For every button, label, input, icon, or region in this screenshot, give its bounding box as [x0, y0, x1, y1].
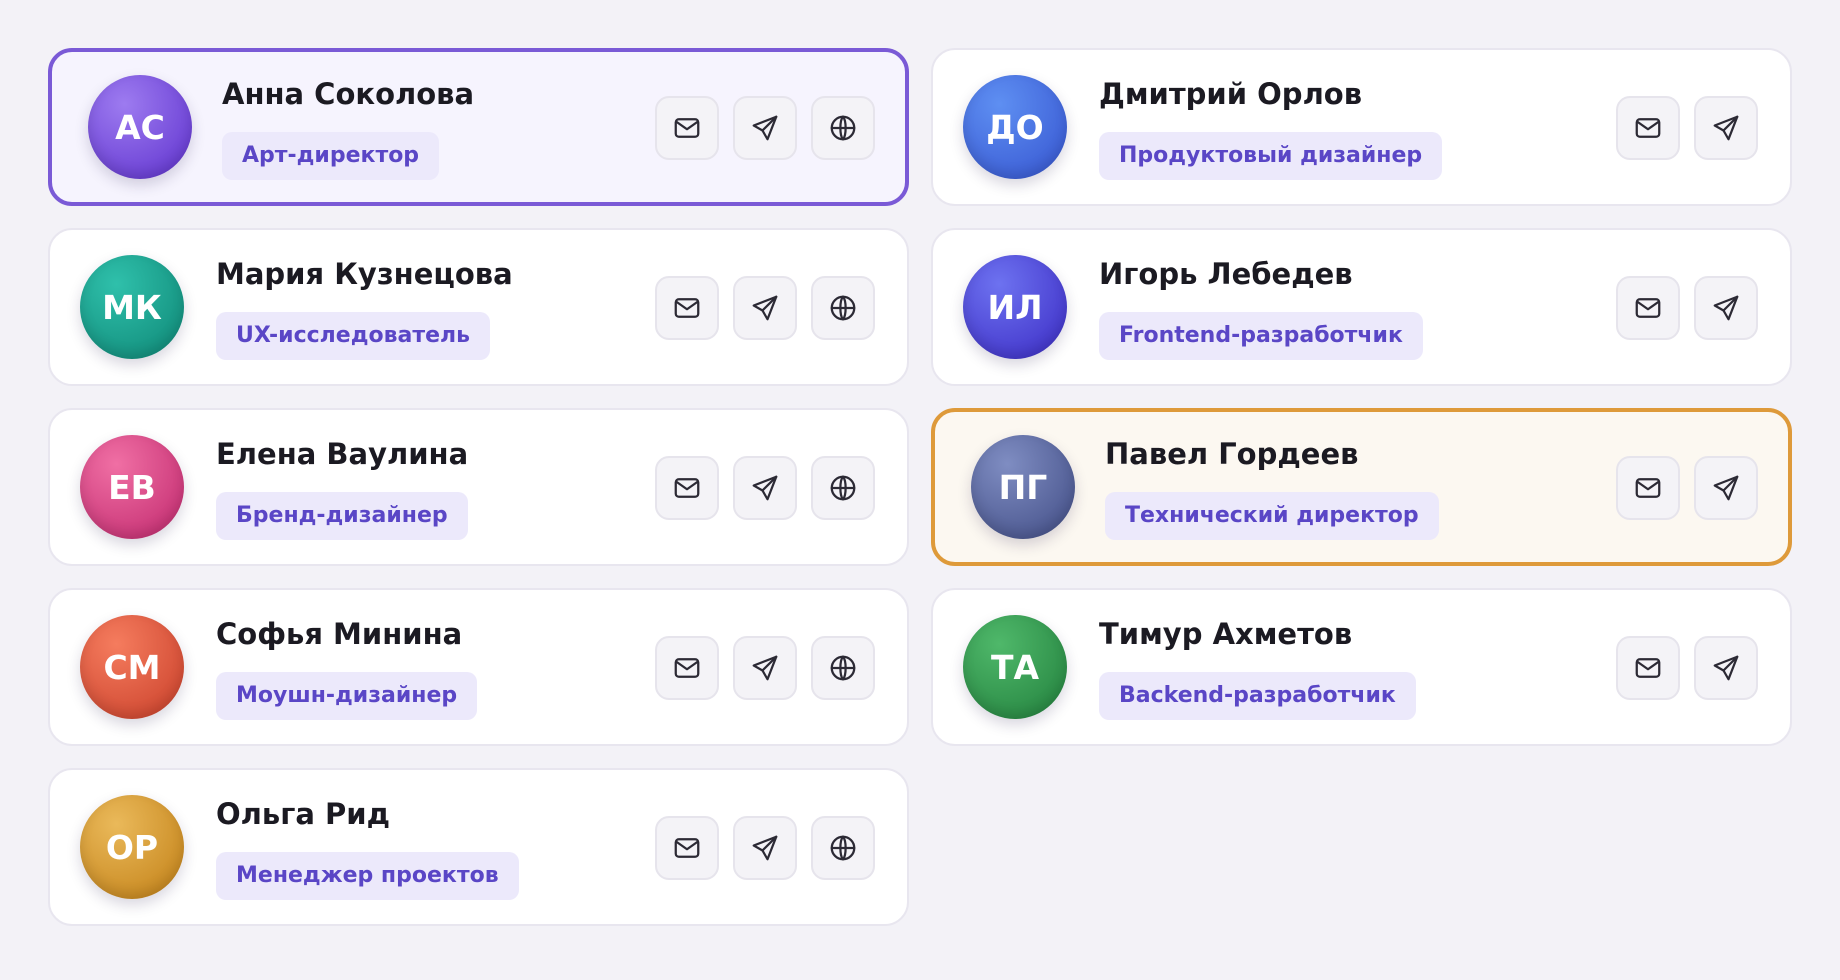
member-name: Дмитрий Орлов	[1099, 77, 1363, 111]
member-name: Павел Гордеев	[1105, 437, 1359, 471]
website-button[interactable]	[811, 96, 875, 160]
contact-actions	[1616, 276, 1758, 340]
mail-icon	[1633, 293, 1663, 323]
globe-icon	[828, 113, 858, 143]
member-name: Мария Кузнецова	[216, 257, 513, 291]
member-card[interactable]: ТА Тимур Ахметов Backend-разработчик	[931, 588, 1792, 746]
website-button[interactable]	[811, 636, 875, 700]
website-button[interactable]	[811, 276, 875, 340]
globe-icon	[828, 653, 858, 683]
mail-icon	[1633, 473, 1663, 503]
contact-actions	[1616, 456, 1758, 520]
message-button[interactable]	[733, 636, 797, 700]
message-button[interactable]	[733, 456, 797, 520]
mail-icon	[672, 293, 702, 323]
contact-actions	[655, 816, 875, 880]
email-button[interactable]	[1616, 276, 1680, 340]
contact-actions	[655, 636, 875, 700]
mail-icon	[1633, 653, 1663, 683]
message-button[interactable]	[733, 276, 797, 340]
role-badge: Frontend-разработчик	[1099, 312, 1423, 360]
send-icon	[1711, 113, 1741, 143]
role-badge: Технический директор	[1105, 492, 1439, 540]
role-badge: Backend-разработчик	[1099, 672, 1416, 720]
email-button[interactable]	[1616, 96, 1680, 160]
avatar: ДО	[963, 75, 1067, 179]
member-card[interactable]: ДО Дмитрий Орлов Продуктовый дизайнер	[931, 48, 1792, 206]
globe-icon	[828, 833, 858, 863]
member-card[interactable]: ОР Ольга Рид Менеджер проектов	[48, 768, 909, 926]
member-name: Анна Соколова	[222, 77, 475, 111]
contact-actions	[655, 276, 875, 340]
message-button[interactable]	[733, 816, 797, 880]
member-name: Софья Минина	[216, 617, 463, 651]
avatar: ОР	[80, 795, 184, 899]
send-icon	[750, 653, 780, 683]
email-button[interactable]	[655, 456, 719, 520]
website-button[interactable]	[811, 816, 875, 880]
globe-icon	[828, 473, 858, 503]
avatar: ЕВ	[80, 435, 184, 539]
send-icon	[750, 833, 780, 863]
avatar: ИЛ	[963, 255, 1067, 359]
mail-icon	[672, 113, 702, 143]
role-badge: Моушн-дизайнер	[216, 672, 478, 720]
member-name: Ольга Рид	[216, 797, 391, 831]
mail-icon	[672, 473, 702, 503]
contact-actions	[1616, 636, 1758, 700]
avatar: МК	[80, 255, 184, 359]
email-button[interactable]	[1616, 456, 1680, 520]
send-icon	[1711, 293, 1741, 323]
avatar: СМ	[80, 615, 184, 719]
message-button[interactable]	[1694, 636, 1758, 700]
role-badge: Продуктовый дизайнер	[1099, 132, 1443, 180]
globe-icon	[828, 293, 858, 323]
send-icon	[1711, 653, 1741, 683]
role-badge: Менеджер проектов	[216, 852, 519, 900]
email-button[interactable]	[655, 816, 719, 880]
role-badge: Арт-директор	[222, 132, 440, 180]
message-button[interactable]	[1694, 96, 1758, 160]
contact-actions	[1616, 96, 1758, 160]
member-name: Игорь Лебедев	[1099, 257, 1353, 291]
member-card[interactable]: ПГ Павел Гордеев Технический директор	[931, 408, 1792, 566]
email-button[interactable]	[1616, 636, 1680, 700]
message-button[interactable]	[733, 96, 797, 160]
role-badge: UX-исследователь	[216, 312, 491, 360]
member-card[interactable]: МК Мария Кузнецова UX-исследователь	[48, 228, 909, 386]
mail-icon	[672, 653, 702, 683]
member-card[interactable]: ИЛ Игорь Лебедев Frontend-разработчик	[931, 228, 1792, 386]
send-icon	[750, 113, 780, 143]
email-button[interactable]	[655, 96, 719, 160]
contact-actions	[655, 456, 875, 520]
member-card[interactable]: СМ Софья Минина Моушн-дизайнер	[48, 588, 909, 746]
contact-actions	[655, 96, 875, 160]
mail-icon	[1633, 113, 1663, 143]
send-icon	[750, 293, 780, 323]
member-card[interactable]: ЕВ Елена Ваулина Бренд-дизайнер	[48, 408, 909, 566]
member-name: Тимур Ахметов	[1099, 617, 1353, 651]
role-badge: Бренд-дизайнер	[216, 492, 468, 540]
website-button[interactable]	[811, 456, 875, 520]
send-icon	[750, 473, 780, 503]
avatar: ТА	[963, 615, 1067, 719]
team-grid: АС Анна Соколова Арт-директор ДО Дмитрий Орл…	[48, 48, 1792, 926]
avatar: АС	[88, 75, 192, 179]
message-button[interactable]	[1694, 276, 1758, 340]
member-card[interactable]: АС Анна Соколова Арт-директор	[48, 48, 909, 206]
send-icon	[1711, 473, 1741, 503]
avatar: ПГ	[971, 435, 1075, 539]
mail-icon	[672, 833, 702, 863]
email-button[interactable]	[655, 636, 719, 700]
email-button[interactable]	[655, 276, 719, 340]
message-button[interactable]	[1694, 456, 1758, 520]
member-name: Елена Ваулина	[216, 437, 469, 471]
